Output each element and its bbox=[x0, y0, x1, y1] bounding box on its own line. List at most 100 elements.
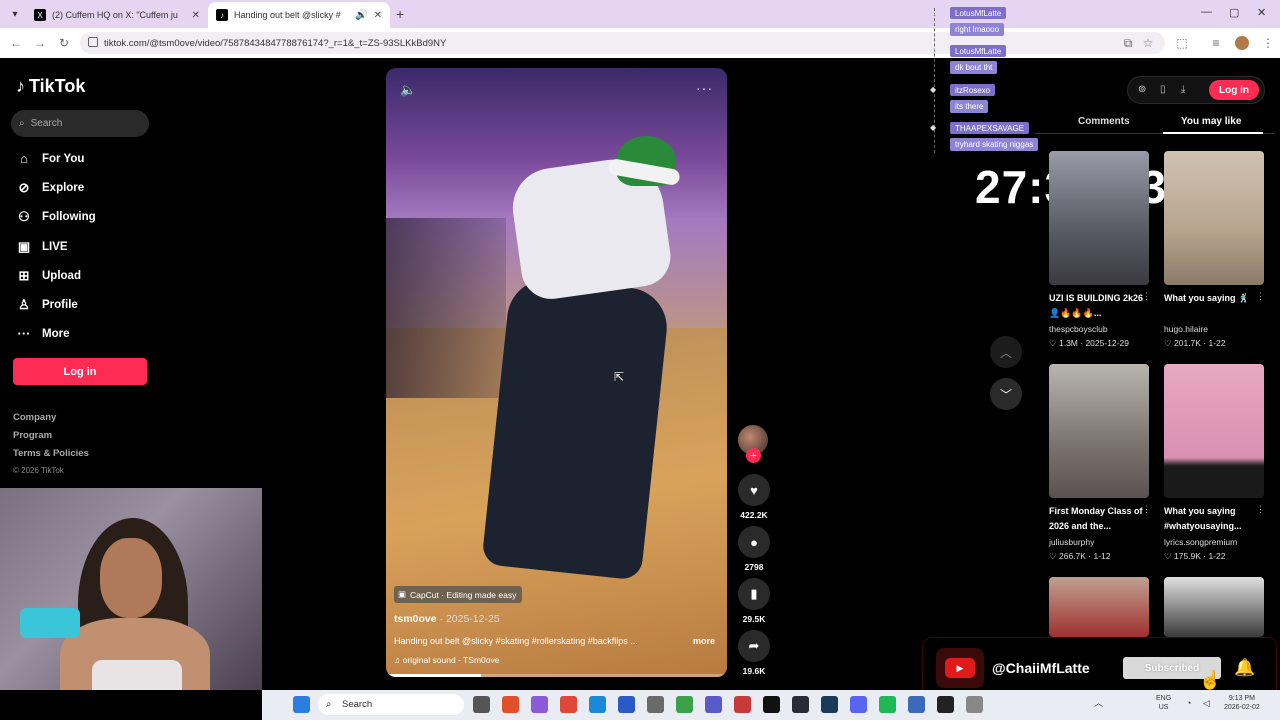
teams-icon[interactable] bbox=[705, 696, 722, 713]
app-icon[interactable] bbox=[647, 696, 664, 713]
bookmark-star-icon[interactable]: ☆ bbox=[1136, 36, 1160, 50]
video-progress-bar[interactable] bbox=[386, 674, 727, 677]
app-icon[interactable] bbox=[792, 696, 809, 713]
taskbar-search[interactable]: ⌕ Search bbox=[318, 694, 464, 715]
tab-you-may-like[interactable]: You may like bbox=[1181, 116, 1241, 127]
footer-link-company[interactable]: Company bbox=[13, 412, 56, 423]
maximize-icon[interactable]: ▢ bbox=[1229, 6, 1239, 19]
video-thumbnail[interactable] bbox=[1049, 577, 1149, 637]
nav-for-you[interactable]: ⌂ For You bbox=[16, 151, 84, 166]
close-window-icon[interactable]: ✕ bbox=[1257, 6, 1266, 19]
nav-more[interactable]: ··· More bbox=[16, 326, 70, 341]
obs-icon[interactable] bbox=[937, 696, 954, 713]
app-icon[interactable] bbox=[560, 696, 577, 713]
card-user[interactable]: thespcboysclub bbox=[1049, 324, 1108, 334]
previous-video-button[interactable]: ︿ bbox=[990, 336, 1022, 368]
next-video-button[interactable]: ﹀ bbox=[990, 378, 1022, 410]
download-icon[interactable]: ⤓ bbox=[1181, 84, 1185, 95]
tab-comments[interactable]: Comments bbox=[1078, 116, 1130, 127]
like-button[interactable]: ♥ bbox=[738, 474, 770, 506]
site-info-icon[interactable] bbox=[88, 37, 98, 47]
browser-menu-icon[interactable]: ⋮ bbox=[1256, 36, 1280, 50]
chrome-icon[interactable] bbox=[676, 696, 693, 713]
device-icon[interactable]: ▯ bbox=[1160, 84, 1166, 95]
tray-chevron-icon[interactable]: ︿ bbox=[1094, 699, 1103, 708]
wifi-icon[interactable]: ◔ bbox=[1186, 699, 1191, 708]
app-icon[interactable] bbox=[908, 696, 925, 713]
steam-icon[interactable] bbox=[821, 696, 838, 713]
clock[interactable]: 9:13 PM 2026-02-02 bbox=[1224, 694, 1260, 712]
tab-search-icon[interactable]: ▾ bbox=[4, 3, 26, 25]
chat-message: dk bout tht bbox=[950, 61, 998, 74]
nav-live[interactable]: ▣ LIVE bbox=[16, 239, 68, 255]
sound-link[interactable]: ♫ original sound - TSm0ove bbox=[394, 655, 499, 665]
search-input[interactable]: ⌕ Search bbox=[11, 110, 149, 137]
video-thumbnail[interactable] bbox=[1049, 151, 1149, 285]
task-view-icon[interactable] bbox=[473, 696, 490, 713]
extensions-icon[interactable]: ⬚ bbox=[1170, 36, 1194, 50]
edge-icon[interactable] bbox=[589, 696, 606, 713]
language: ENG bbox=[1156, 695, 1172, 702]
card-title[interactable]: UZI IS BUILDING 2k26👤🔥🔥🔥... bbox=[1049, 291, 1149, 321]
new-tab-icon[interactable]: + bbox=[396, 6, 404, 22]
caption-more-link[interactable]: more bbox=[693, 636, 715, 646]
forward-icon[interactable]: → bbox=[28, 36, 52, 50]
card-title[interactable]: First Monday Class of 2026 and the... bbox=[1049, 504, 1149, 534]
comment-button[interactable]: ● bbox=[738, 526, 770, 558]
windows-start-icon[interactable] bbox=[293, 696, 310, 713]
tiktok-app-icon[interactable] bbox=[763, 696, 780, 713]
app-icon[interactable] bbox=[502, 696, 519, 713]
nav-explore[interactable]: ⊘ Explore bbox=[16, 180, 85, 196]
card-menu-icon[interactable]: ⋮ bbox=[1142, 504, 1151, 515]
coins-icon[interactable]: ⊚ bbox=[1138, 84, 1146, 95]
capcut-badge[interactable]: ▣ CapCut · Editing made easy bbox=[394, 586, 523, 603]
profile-avatar[interactable] bbox=[1235, 36, 1249, 50]
discord-icon[interactable] bbox=[850, 696, 867, 713]
back-icon[interactable]: ← bbox=[4, 36, 28, 50]
chat-username: THAAPEXSAVAGE bbox=[950, 122, 1030, 134]
nav-following[interactable]: ⚇ Following bbox=[16, 209, 95, 225]
nav-upload[interactable]: ⊞ Upload bbox=[16, 268, 81, 284]
language-indicator[interactable]: ENG US bbox=[1156, 694, 1171, 712]
video-player[interactable]: 🔈 ··· ▣ CapCut · Editing made easy tsm0o… bbox=[386, 68, 727, 677]
card-user[interactable]: hugo.hilaire bbox=[1164, 324, 1208, 334]
app-icon[interactable] bbox=[734, 696, 751, 713]
login-button[interactable]: Log in bbox=[13, 358, 147, 385]
reload-icon[interactable]: ↻ bbox=[52, 36, 76, 50]
video-thumbnail[interactable] bbox=[1049, 364, 1149, 498]
tiktok-logo[interactable]: ♪ TikTok bbox=[16, 76, 85, 97]
card-menu-icon[interactable]: ⋮ bbox=[1142, 291, 1151, 302]
video-thumbnail[interactable] bbox=[1164, 577, 1264, 637]
share-button[interactable]: ➦ bbox=[738, 630, 770, 662]
card-title[interactable]: What you saying 🕺 bbox=[1164, 291, 1264, 306]
app-icon[interactable] bbox=[618, 696, 635, 713]
app-icon[interactable] bbox=[966, 696, 983, 713]
tab-tiktok[interactable]: ♪ Handing out belt @slicky # 🔊 ✕ bbox=[208, 2, 390, 28]
card-title[interactable]: What you saying #whatyousaying... bbox=[1164, 504, 1264, 534]
spotify-icon[interactable] bbox=[879, 696, 896, 713]
header-login-button[interactable]: Log in bbox=[1209, 80, 1259, 100]
save-button[interactable]: ▮ bbox=[738, 578, 770, 610]
volume-icon[interactable]: 🔈 bbox=[400, 82, 416, 98]
card-menu-icon[interactable]: ⋮ bbox=[1256, 504, 1265, 515]
video-author[interactable]: tsm0ove · 2025-12-25 bbox=[394, 613, 500, 625]
video-thumbnail[interactable] bbox=[1164, 364, 1264, 498]
app-icon[interactable] bbox=[531, 696, 548, 713]
close-tab-icon[interactable]: ✕ bbox=[374, 10, 382, 21]
mute-tab-icon[interactable]: 🔊 bbox=[355, 10, 367, 21]
minimize-icon[interactable]: — bbox=[1201, 6, 1212, 18]
video-more-icon[interactable]: ··· bbox=[696, 80, 713, 96]
close-tab-icon[interactable]: ✕ bbox=[192, 10, 200, 21]
card-menu-icon[interactable]: ⋮ bbox=[1256, 291, 1265, 302]
follow-plus-icon[interactable]: + bbox=[746, 448, 761, 463]
card-user[interactable]: lyrics.songpremium bbox=[1164, 537, 1237, 547]
video-thumbnail[interactable] bbox=[1164, 151, 1264, 285]
media-control-icon[interactable]: ≡ bbox=[1204, 36, 1228, 50]
footer-link-terms[interactable]: Terms & Policies bbox=[13, 448, 89, 459]
footer-link-program[interactable]: Program bbox=[13, 430, 52, 441]
speaker-icon[interactable]: ◁ bbox=[1203, 699, 1210, 708]
nav-profile[interactable]: ♙ Profile bbox=[16, 297, 78, 313]
bell-icon[interactable]: 🔔 bbox=[1234, 658, 1255, 678]
card-user[interactable]: juliusburphy bbox=[1049, 537, 1094, 547]
tab-x[interactable]: X (2) Cuffem HQ on X: "Cuffem ju ✕ bbox=[26, 2, 208, 28]
